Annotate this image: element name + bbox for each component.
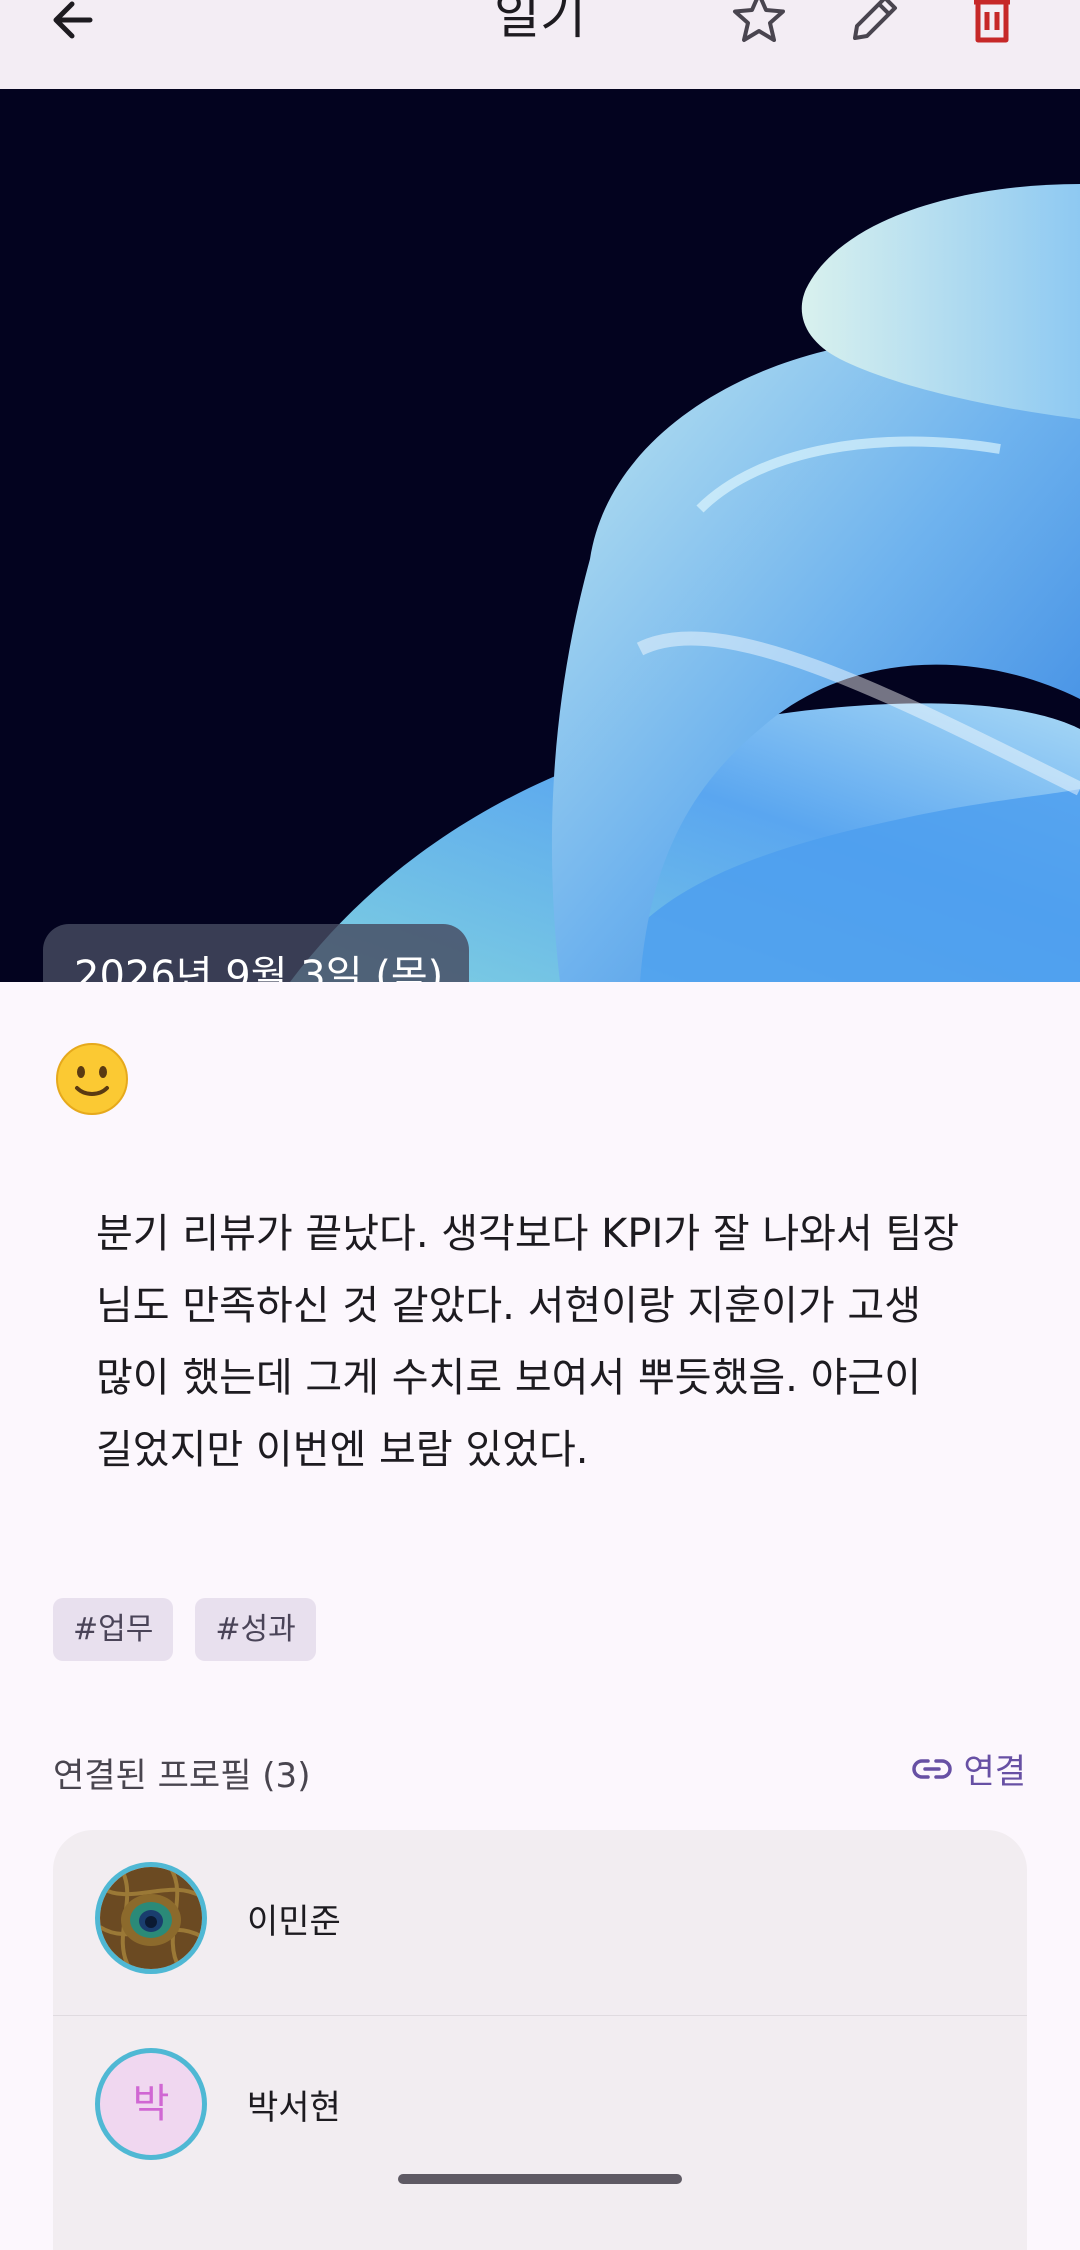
list-item[interactable]: 박 박서현 [53, 2015, 1027, 2200]
slightly-smiling-face-icon [55, 1042, 129, 1116]
top-app-bar: 일기 [0, 0, 1080, 89]
delete-button[interactable] [960, 0, 1024, 50]
list-item[interactable]: 이민준 [53, 1830, 1027, 2014]
profile-name: 이민준 [247, 1902, 341, 1942]
avatar: 박 [95, 2048, 207, 2160]
peacock-feather-photo [100, 1867, 202, 1969]
link-icon [912, 1758, 953, 1779]
linked-profiles-title: 연결된 프로필 (3) [53, 1756, 311, 1796]
star-outline-icon [733, 0, 785, 42]
edit-button[interactable] [843, 0, 907, 50]
pencil-icon [853, 0, 897, 40]
profile-name: 박서현 [247, 2088, 341, 2128]
profile-list: 이민준 박 박서현 [53, 1830, 1027, 2250]
abstract-ribbon-image [290, 184, 1080, 982]
link-profile-label: 연결 [963, 1752, 1026, 1792]
trash-icon [974, 0, 1010, 43]
entry-date-chip: 2026년 9월 3일 (목) [43, 924, 469, 982]
favorite-button[interactable] [727, 0, 791, 50]
entry-content: 분기 리뷰가 끝났다. 생각보다 KPI가 잘 나와서 팀장 님도 만족하신 것… [96, 1211, 960, 1473]
tag-list: #업무 #성과 [53, 1598, 316, 1661]
tag-chip[interactable]: #성과 [195, 1598, 316, 1661]
page-title: 일기 [494, 0, 586, 45]
cover-image: 2026년 9월 3일 (목) [0, 89, 1080, 982]
link-profile-button[interactable]: 연결 [911, 1744, 1026, 1793]
tag-chip[interactable]: #업무 [53, 1598, 174, 1661]
home-indicator[interactable] [398, 2174, 682, 2184]
avatar [95, 1862, 207, 1974]
